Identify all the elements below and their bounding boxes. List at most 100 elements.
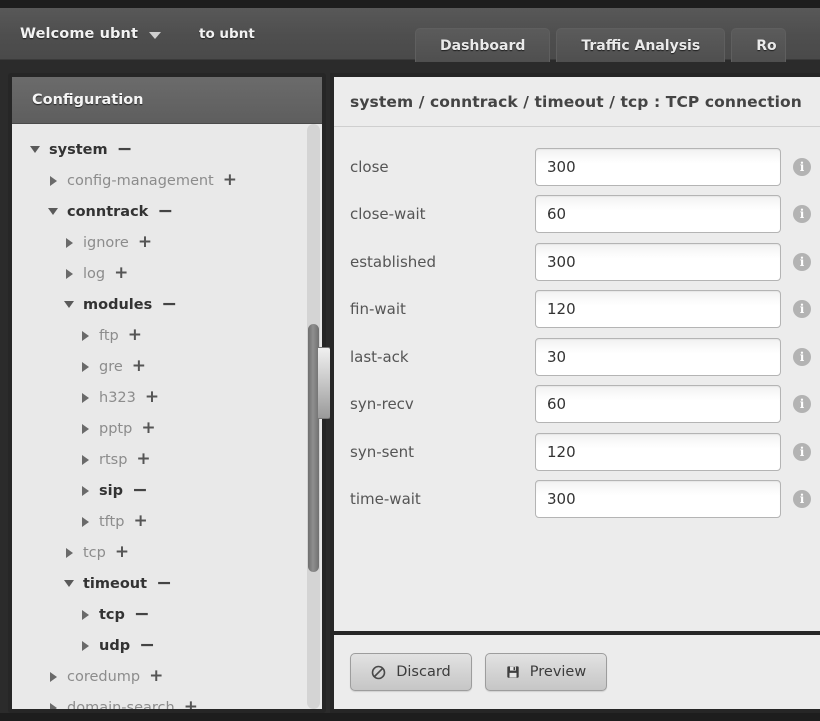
tree-node-udp[interactable]: udp − [12,630,322,661]
tab-dashboard[interactable]: Dashboard [415,28,551,62]
tree-node-config-management[interactable]: config-management + [12,165,322,196]
info-icon[interactable]: i [793,442,811,461]
field-row-close-wait: close-wait i [334,191,820,239]
chevron-right-icon[interactable] [62,547,76,558]
app-root: Welcome ubnt to ubnt Dashboard Traffic A… [0,0,820,721]
no-entry-icon [371,665,386,680]
tree-node-label: coredump [67,668,141,685]
tree-node-pptp[interactable]: pptp + [12,413,322,444]
tree-node-label: sip [99,482,123,499]
chevron-right-icon[interactable] [78,423,92,434]
info-icon[interactable]: i [793,252,811,271]
expand-plus-icon[interactable]: + [115,544,129,561]
info-icon[interactable]: i [793,347,811,366]
input-fin-wait[interactable] [535,290,781,329]
chevron-down-icon[interactable] [46,208,60,215]
tab-traffic-analysis-label: Traffic Analysis [581,37,701,54]
collapse-minus-icon[interactable]: − [156,574,172,593]
field-label-close: close [350,157,389,176]
expand-plus-icon[interactable]: + [184,699,198,710]
tree-node-rtsp[interactable]: rtsp + [12,444,322,475]
to-label: to ubnt [199,26,255,42]
tree-node-conntrack[interactable]: conntrack − [12,196,322,227]
expand-plus-icon[interactable]: + [136,451,150,468]
input-close[interactable] [535,147,781,186]
collapse-minus-icon[interactable]: − [161,295,177,314]
expand-plus-icon[interactable]: + [132,358,146,375]
tree-node-tcp[interactable]: tcp − [12,599,322,630]
main-panel: system / conntrack / timeout / tcp : TCP… [330,73,820,713]
chevron-right-icon[interactable] [78,454,92,465]
chevron-right-icon[interactable] [78,485,92,496]
window-top-strip [0,0,820,8]
chevron-right-icon[interactable] [78,516,92,527]
info-icon[interactable]: i [793,205,811,224]
info-icon[interactable]: i [793,300,811,319]
collapse-minus-icon[interactable]: − [157,202,173,221]
tree-node-modules[interactable]: modules − [12,289,322,320]
tree-node-h323[interactable]: h323 + [12,382,322,413]
field-label-fin-wait: fin-wait [350,300,406,319]
tree-node-label: domain-search [67,699,175,710]
chevron-down-icon[interactable] [28,146,42,153]
tree-node-label: tcp [99,606,125,623]
expand-plus-icon[interactable]: + [145,389,159,406]
input-close-wait[interactable] [535,195,781,234]
collapse-minus-icon[interactable]: − [139,636,155,655]
input-established[interactable] [535,242,781,281]
input-syn-sent[interactable] [535,432,781,471]
tab-traffic-analysis[interactable]: Traffic Analysis [556,28,726,62]
discard-button[interactable]: Discard [350,653,472,691]
chevron-right-icon[interactable] [78,392,92,403]
tree-node-tcp[interactable]: tcp + [12,537,322,568]
chevron-right-icon[interactable] [62,268,76,279]
expand-plus-icon[interactable]: + [114,265,128,282]
info-icon[interactable]: i [793,157,811,176]
chevron-right-icon[interactable] [78,330,92,341]
input-syn-recv[interactable] [535,385,781,424]
collapse-minus-icon[interactable]: − [117,140,133,159]
expand-plus-icon[interactable]: + [138,234,152,251]
input-last-ack[interactable] [535,337,781,376]
tree-node-domain-search[interactable]: domain-search + [12,692,322,709]
collapse-minus-icon[interactable]: − [132,481,148,500]
tree-node-ignore[interactable]: ignore + [12,227,322,258]
window-bottom-strip [0,713,820,721]
info-icon[interactable]: i [793,490,811,509]
chevron-right-icon[interactable] [46,175,60,186]
chevron-down-icon[interactable] [62,580,76,587]
tree-node-sip[interactable]: sip − [12,475,322,506]
input-time-wait[interactable] [535,480,781,519]
settings-form: closeiclose-waitiestablishedifin-waitila… [334,127,820,627]
welcome-user-menu[interactable]: Welcome ubnt [14,22,167,46]
chevron-right-icon[interactable] [78,361,92,372]
expand-plus-icon[interactable]: + [223,172,237,189]
tree-node-system[interactable]: system − [12,134,322,165]
expand-plus-icon[interactable]: + [133,513,147,530]
chevron-right-icon[interactable] [62,237,76,248]
tree-node-log[interactable]: log + [12,258,322,289]
main-tabs: Dashboard Traffic Analysis Ro [415,26,786,62]
preview-button[interactable]: Preview [485,653,607,691]
field-label-last-ack: last-ack [350,347,409,366]
tab-routing-label: Ro [756,37,777,54]
chevron-right-icon[interactable] [46,702,60,709]
chevron-right-icon[interactable] [78,640,92,651]
tree-node-label: tcp [83,544,106,561]
chevron-right-icon[interactable] [78,609,92,620]
tree-node-tftp[interactable]: tftp + [12,506,322,537]
tree-node-timeout[interactable]: timeout − [12,568,322,599]
expand-plus-icon[interactable]: + [141,420,155,437]
tree-node-label: modules [83,296,153,313]
tab-routing[interactable]: Ro [731,28,786,62]
expand-plus-icon[interactable]: + [149,668,163,685]
page-title: system / conntrack / timeout / tcp : TCP… [350,92,802,111]
chevron-right-icon[interactable] [46,671,60,682]
tree-node-coredump[interactable]: coredump + [12,661,322,692]
chevron-down-icon[interactable] [62,301,76,308]
tree-node-ftp[interactable]: ftp + [12,320,322,351]
collapse-minus-icon[interactable]: − [134,605,150,624]
info-icon[interactable]: i [793,395,811,414]
expand-plus-icon[interactable]: + [128,327,142,344]
tree-node-gre[interactable]: gre + [12,351,322,382]
